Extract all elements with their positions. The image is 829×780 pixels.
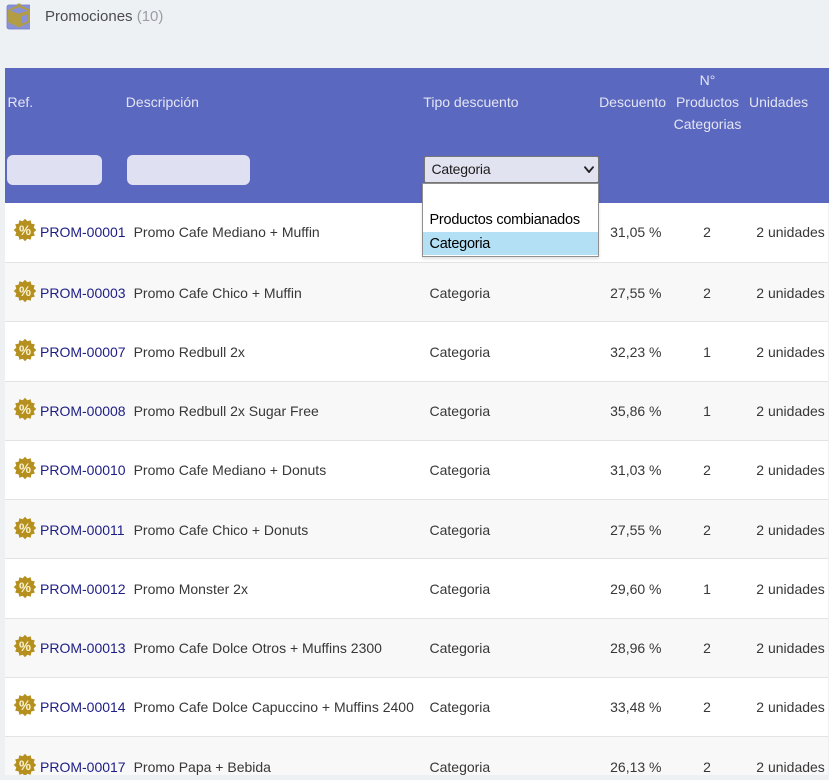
svg-text:%: % (19, 223, 31, 238)
svg-text:%: % (19, 639, 31, 654)
svg-text:%: % (19, 461, 31, 476)
svg-text:%: % (19, 580, 31, 595)
svg-text:%: % (19, 698, 31, 713)
svg-text:%: % (19, 284, 31, 299)
svg-text:%: % (19, 758, 31, 773)
svg-text:%: % (19, 343, 31, 358)
svg-text:%: % (19, 521, 31, 536)
svg-text:%: % (19, 402, 31, 417)
